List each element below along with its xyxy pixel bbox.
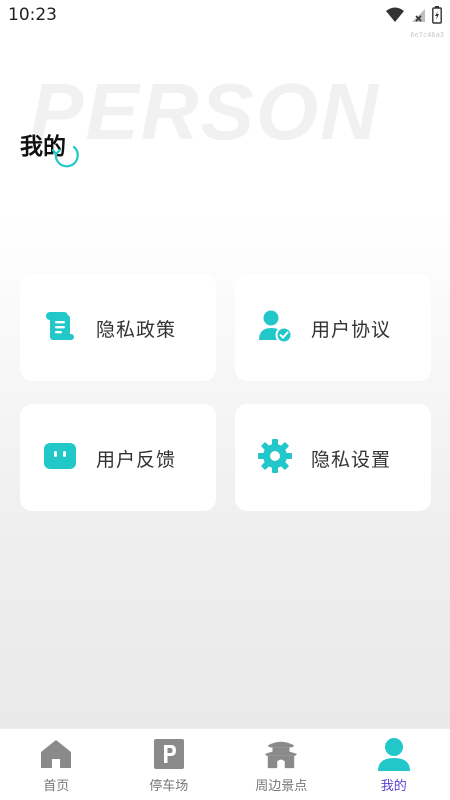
user-shield-icon: [257, 308, 293, 344]
landmark-icon: [264, 737, 298, 771]
status-bar: 10:23 6e7c46a3: [0, 0, 450, 39]
refresh-arc-icon: [50, 138, 82, 174]
home-icon: [39, 737, 73, 771]
background-word: PERSON: [30, 67, 380, 156]
device-id: 6e7c46a3: [410, 31, 444, 39]
tab-label: 周边景点: [255, 779, 308, 794]
signal-icon: [410, 7, 426, 27]
tab-parking[interactable]: 停车场: [113, 729, 226, 800]
card-label: 用户协议: [311, 319, 392, 341]
status-time: 10:23: [8, 5, 57, 25]
bottom-tab-bar: 首页 停车场 周边景点 我的: [0, 728, 450, 800]
card-privacy-policy[interactable]: 隐私政策: [20, 274, 216, 381]
wifi-icon: [386, 7, 404, 27]
tab-label: 停车场: [149, 779, 189, 794]
card-user-feedback[interactable]: 用户反馈: [20, 404, 216, 511]
battery-icon: [432, 6, 442, 28]
chat-box-icon: [42, 438, 78, 474]
card-privacy-settings[interactable]: 隐私设置: [235, 404, 431, 511]
scroll-icon: [42, 308, 78, 344]
tab-label: 首页: [43, 779, 70, 794]
card-label: 用户反馈: [96, 449, 177, 471]
card-label: 隐私设置: [311, 449, 392, 471]
tab-nearby-attractions[interactable]: 周边景点: [225, 729, 338, 800]
status-icons: [386, 6, 442, 28]
parking-icon: [152, 737, 186, 771]
tab-mine[interactable]: 我的: [338, 729, 450, 800]
card-user-agreement[interactable]: 用户协议: [235, 274, 431, 381]
card-label: 隐私政策: [96, 319, 177, 341]
tab-home[interactable]: 首页: [0, 729, 113, 800]
tab-label: 我的: [380, 779, 407, 794]
person-icon: [377, 737, 411, 771]
gear-icon: [257, 438, 293, 474]
